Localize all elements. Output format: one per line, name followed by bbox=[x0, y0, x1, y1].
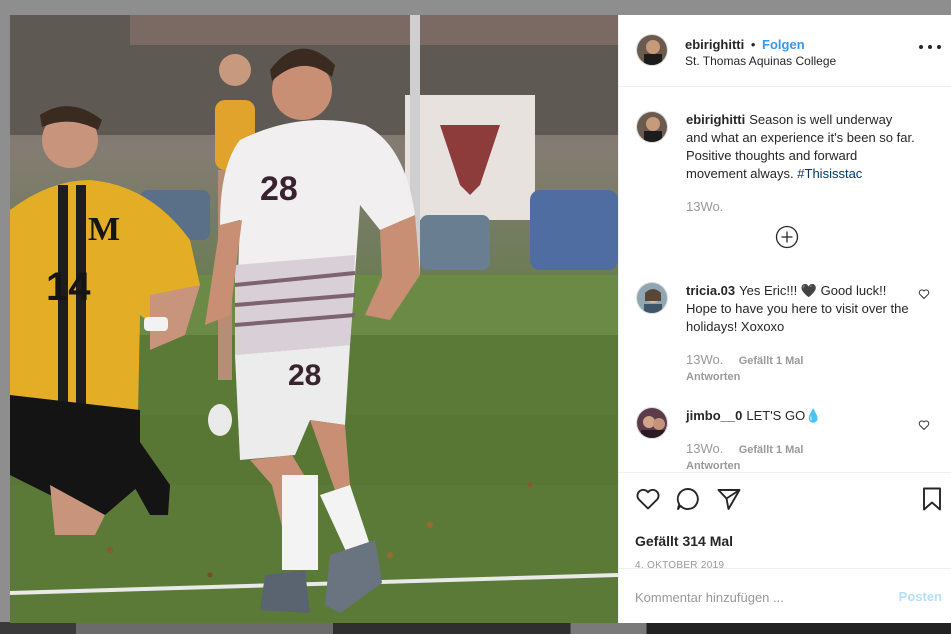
separator-dot: • bbox=[750, 37, 756, 52]
soccer-photo-illustration: 14 M 28 28 bbox=[10, 15, 618, 623]
dot-icon bbox=[919, 45, 923, 49]
comment-username[interactable]: jimbo__0 bbox=[686, 408, 742, 423]
comment-likes[interactable]: Gefällt 1 Mal bbox=[739, 355, 804, 367]
comment-text: tricia.03 Yes Eric!!! 🖤 Good luck!! Hope … bbox=[686, 282, 916, 336]
comments-list[interactable]: ebirighitti Season is well underway and w… bbox=[619, 88, 951, 472]
likes-count[interactable]: Gefällt 314 Mal bbox=[635, 533, 733, 549]
follow-button[interactable]: Folgen bbox=[762, 37, 805, 52]
comment-text: jimbo__0 LET'S GO💧 bbox=[686, 407, 916, 425]
heart-icon[interactable] bbox=[918, 419, 930, 431]
avatar-image bbox=[637, 408, 667, 438]
post-side-panel: ebirighitti • Folgen St. Thomas Aquinas … bbox=[618, 15, 951, 623]
opponent-jersey-number: 14 bbox=[46, 265, 91, 309]
hashtag-link[interactable]: #Thisisstac bbox=[797, 166, 862, 181]
avatar-image bbox=[637, 283, 667, 313]
paper-plane-icon[interactable] bbox=[716, 486, 742, 512]
avatar[interactable] bbox=[636, 34, 668, 66]
header-title-line: ebirighitti • Folgen bbox=[685, 37, 805, 52]
background-strip bbox=[0, 622, 951, 634]
heart-icon[interactable] bbox=[918, 288, 930, 300]
comment-body: LET'S GO💧 bbox=[746, 408, 822, 423]
comment-text: ebirighitti Season is well underway and w… bbox=[686, 111, 916, 183]
post-header: ebirighitti • Folgen St. Thomas Aquinas … bbox=[619, 15, 951, 87]
avatar-image bbox=[637, 35, 667, 65]
location-link[interactable]: St. Thomas Aquinas College bbox=[685, 54, 836, 68]
comment-time[interactable]: 13Wo. bbox=[686, 199, 723, 214]
avatar[interactable] bbox=[636, 111, 668, 143]
opponent-jersey-letter: M bbox=[88, 211, 120, 248]
plus-circle-icon[interactable] bbox=[775, 225, 799, 249]
comment-username[interactable]: tricia.03 bbox=[686, 283, 735, 298]
author-username[interactable]: ebirighitti bbox=[685, 37, 744, 52]
comment-likes[interactable]: Gefällt 1 Mal bbox=[739, 444, 804, 456]
reply-button[interactable]: Antworten bbox=[686, 460, 740, 472]
post-actions: Gefällt 314 Mal 4. OKTOBER 2019 bbox=[619, 472, 951, 571]
more-horizontal-icon[interactable] bbox=[919, 39, 941, 55]
post-comment-button[interactable]: Posten bbox=[899, 589, 942, 604]
comment-input[interactable] bbox=[635, 587, 885, 607]
comment-meta: 13Wo. bbox=[686, 199, 723, 214]
post-photo[interactable]: 14 M 28 28 bbox=[10, 15, 618, 623]
avatar-image bbox=[637, 112, 667, 142]
dot-icon bbox=[928, 45, 932, 49]
comment-username[interactable]: ebirighitti bbox=[686, 112, 745, 127]
dot-icon bbox=[937, 45, 941, 49]
bookmark-icon[interactable] bbox=[919, 486, 945, 512]
comment-bubble-icon[interactable] bbox=[675, 486, 701, 512]
avatar[interactable] bbox=[636, 407, 668, 439]
comment-time[interactable]: 13Wo. bbox=[686, 352, 723, 367]
comment-time[interactable]: 13Wo. bbox=[686, 441, 723, 456]
comment-meta: 13Wo. Gefällt 1 Mal bbox=[686, 352, 803, 367]
add-comment-bar: Posten bbox=[619, 568, 951, 623]
player-shorts-number: 28 bbox=[288, 359, 321, 392]
comment-meta: 13Wo. Gefällt 1 Mal bbox=[686, 441, 803, 456]
reply-button[interactable]: Antworten bbox=[686, 371, 740, 383]
player-jersey-number: 28 bbox=[260, 170, 298, 208]
avatar[interactable] bbox=[636, 282, 668, 314]
heart-icon[interactable] bbox=[635, 486, 661, 512]
